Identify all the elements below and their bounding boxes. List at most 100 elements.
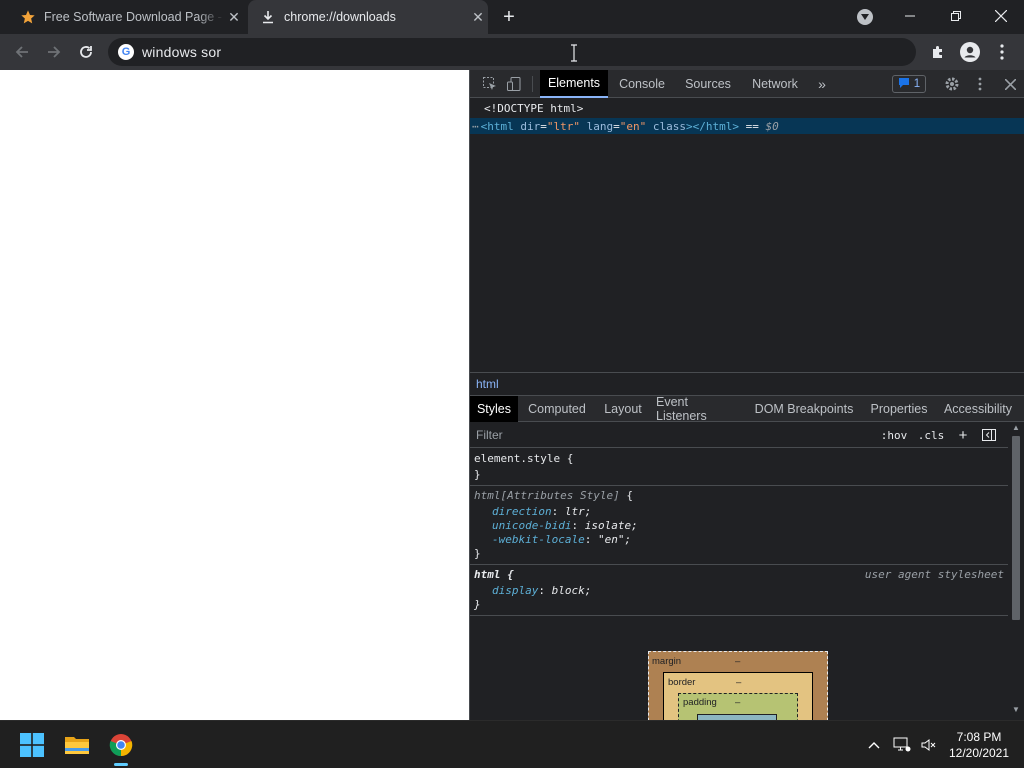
inspect-element-icon[interactable] — [478, 70, 502, 98]
styles-scrollbar[interactable]: ▲ ▼ — [1008, 422, 1024, 720]
attr-name: class — [652, 119, 686, 133]
attr-name: dir — [520, 119, 541, 133]
new-rule-icon[interactable]: + — [954, 426, 972, 444]
rule-element-style[interactable]: element.style { } — [470, 450, 1008, 486]
forward-button[interactable] — [40, 38, 68, 66]
decl-prop: -webkit-locale — [492, 533, 585, 546]
decl-prop: unicode-bidi — [492, 519, 572, 532]
scrollbar-thumb[interactable] — [1012, 436, 1020, 620]
rule-user-agent[interactable]: html { user agent stylesheet display: bl… — [470, 565, 1008, 616]
html-node-selected[interactable]: ⋯ <html dir = "ltr" lang = "en" class ></html… — [470, 118, 1024, 134]
tab-downloads[interactable]: chrome://downloads ✕ — [248, 0, 488, 34]
box-model-label: margin — [652, 656, 682, 667]
tab-dom-breakpoints[interactable]: DOM Breakpoints — [754, 396, 854, 422]
volume-muted-icon[interactable] — [918, 735, 938, 755]
scroll-up-icon[interactable]: ▲ — [1012, 424, 1020, 432]
tab-elements[interactable]: Elements — [540, 70, 608, 98]
decl-prop: display — [492, 584, 539, 597]
show-hidden-icons-icon[interactable] — [864, 735, 884, 755]
class-toggle[interactable]: .cls — [916, 426, 946, 444]
node-actions-icon[interactable]: ⋯ — [472, 120, 479, 133]
chrome-taskbar-icon[interactable] — [101, 725, 141, 765]
scroll-down-icon[interactable]: ▼ — [1012, 706, 1020, 714]
taskbar: 7:08 PM 12/20/2021 — [0, 720, 1024, 768]
decl-value: isolate; — [584, 519, 638, 532]
decl-value: "en"; — [597, 533, 632, 546]
breadcrumb-item-html[interactable]: html — [476, 377, 499, 391]
close-window-button[interactable] — [978, 0, 1024, 32]
rule-selector: element.style { — [474, 452, 574, 465]
rule-selector: html { — [474, 568, 514, 581]
doctype-node[interactable]: <!DOCTYPE html> — [484, 102, 583, 115]
system-clock[interactable]: 7:08 PM 12/20/2021 — [944, 729, 1014, 761]
rule-selector: html[Attributes Style] — [474, 489, 620, 502]
toolbar-separator — [532, 76, 533, 92]
extensions-icon[interactable] — [924, 38, 952, 66]
rule-close: } — [474, 468, 481, 481]
close-devtools-icon[interactable] — [998, 70, 1022, 98]
tab-network[interactable]: Network — [746, 70, 804, 98]
tab-console[interactable]: Console — [612, 70, 672, 98]
toggle-sidebar-icon[interactable] — [980, 426, 998, 444]
attr-name: lang — [586, 119, 614, 133]
rule-open: { — [626, 489, 633, 502]
box-model-label: border — [668, 677, 696, 688]
clock-time: 7:08 PM — [956, 730, 1002, 744]
rule-origin: user agent stylesheet — [864, 568, 1004, 581]
close-tab-icon[interactable]: ✕ — [468, 7, 488, 27]
device-toolbar-icon[interactable] — [502, 70, 526, 98]
reload-button[interactable] — [72, 38, 100, 66]
box-model-margin[interactable]: margin – border – padding – — [648, 651, 828, 734]
hover-state-toggle[interactable]: :hov — [878, 426, 910, 444]
tab-accessibility[interactable]: Accessibility — [942, 396, 1014, 422]
box-model-value: – — [736, 677, 742, 688]
decl-webkit-locale[interactable]: -webkit-locale: "en"; — [492, 533, 631, 546]
issues-button[interactable]: 1 — [892, 75, 926, 93]
tab-computed[interactable]: Computed — [524, 396, 590, 422]
settings-gear-icon[interactable] — [940, 70, 964, 98]
tab-sources[interactable]: Sources — [680, 70, 736, 98]
customize-menu-icon[interactable] — [968, 70, 992, 98]
decl-value: block; — [551, 584, 592, 597]
styles-filter-input[interactable] — [472, 423, 870, 446]
attr-value: "ltr" — [546, 119, 580, 133]
tab-title: Free Software Download Page - S — [44, 10, 224, 24]
breadcrumb: html — [470, 372, 1024, 396]
restore-button[interactable] — [933, 0, 979, 32]
google-icon: G — [118, 44, 134, 60]
rule-close: } — [474, 547, 481, 560]
close-tab-icon[interactable]: ✕ — [224, 7, 244, 27]
rule-close: } — [474, 598, 481, 611]
decl-unicode-bidi[interactable]: unicode-bidi: isolate; — [492, 519, 638, 532]
tab-properties[interactable]: Properties — [868, 396, 930, 422]
back-button[interactable] — [8, 38, 36, 66]
rule-attributes-style[interactable]: html[Attributes Style] { direction: ltr;… — [470, 486, 1008, 565]
new-tab-button[interactable]: + — [498, 6, 520, 28]
devtools-panel: Elements Console Sources Network » 1 <!D… — [470, 70, 1024, 734]
minimize-button[interactable] — [887, 0, 933, 32]
tab-layout[interactable]: Layout — [598, 396, 648, 422]
issues-count: 1 — [913, 78, 921, 90]
menu-icon[interactable] — [988, 38, 1016, 66]
attr-value: "en" — [619, 119, 647, 133]
tab-free-software[interactable]: Free Software Download Page - S ✕ — [12, 0, 244, 34]
address-bar[interactable]: G windows sor — [108, 38, 916, 66]
decl-direction[interactable]: direction: ltr; — [492, 505, 591, 518]
html-open-tag: <html — [480, 119, 514, 133]
page-viewport[interactable] — [0, 70, 469, 720]
text-cursor-icon — [571, 44, 577, 62]
download-icon — [260, 9, 276, 25]
clock-date: 12/20/2021 — [948, 746, 1010, 760]
windows-start-icon[interactable] — [12, 725, 52, 765]
tab-search-icon[interactable] — [857, 9, 873, 25]
more-tabs-icon[interactable]: » — [812, 70, 832, 98]
decl-prop: direction — [492, 505, 552, 518]
tab-styles[interactable]: Styles — [470, 396, 518, 422]
network-icon[interactable] — [892, 735, 912, 755]
file-explorer-icon[interactable] — [57, 725, 97, 765]
issues-icon — [898, 77, 910, 92]
profile-icon[interactable] — [956, 38, 984, 66]
tab-event-listeners[interactable]: Event Listeners — [656, 395, 742, 423]
decl-display[interactable]: display: block; — [492, 584, 591, 597]
tab-strip: Free Software Download Page - S ✕ chrome… — [0, 0, 1024, 34]
